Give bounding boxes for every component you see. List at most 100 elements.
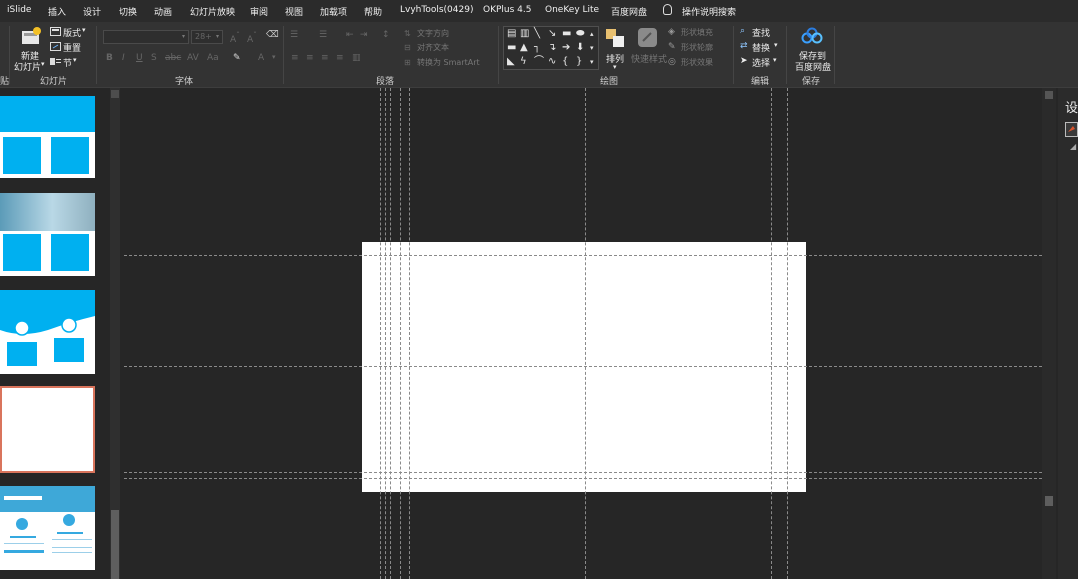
scroll-down-icon[interactable]: ▾ (590, 43, 594, 53)
font-name-box[interactable]: ▾ (103, 30, 189, 44)
elbow-arrow-shape-icon[interactable]: ↴ (548, 43, 556, 53)
thumbnail-scrollbar[interactable] (110, 88, 120, 579)
slide-canvas[interactable] (124, 88, 1042, 579)
lightning-shape-icon[interactable]: ϟ (520, 57, 527, 67)
text-box-shape-icon[interactable]: ▤ (507, 29, 516, 39)
horizontal-guide[interactable] (124, 472, 1042, 473)
fill-line-icon[interactable] (1065, 122, 1078, 137)
font-color-icon[interactable]: A (258, 53, 264, 63)
tab-insert[interactable]: 插入 (48, 5, 66, 18)
tab-design[interactable]: 设计 (83, 5, 101, 18)
replace-button[interactable]: 替换 (752, 41, 770, 54)
align-center-icon[interactable]: ≡ (306, 53, 314, 63)
tab-view[interactable]: 视图 (285, 5, 303, 18)
vertical-guide[interactable] (385, 88, 386, 579)
rounded-rect-shape-icon[interactable]: ▬ (507, 43, 516, 53)
vertical-guide[interactable] (787, 88, 788, 579)
clear-formatting-icon[interactable]: ⌫ (266, 30, 279, 40)
oval-shape-icon[interactable]: ⬬ (576, 29, 585, 39)
shadow-icon[interactable]: S (151, 53, 157, 63)
canvas-scrollbar[interactable] (1042, 88, 1056, 579)
scroll-up-icon[interactable] (111, 90, 119, 98)
tab-review[interactable]: 审阅 (250, 5, 268, 18)
tab-onekey-lite[interactable]: OneKey Lite (545, 5, 599, 15)
more-shapes-icon[interactable]: ▾ (590, 57, 594, 67)
strikethrough-icon[interactable]: abc (165, 53, 181, 63)
char-spacing-icon[interactable]: AV (187, 53, 199, 63)
change-case-icon[interactable]: Aa (207, 53, 219, 63)
horizontal-guide[interactable] (124, 478, 1042, 479)
decrease-indent-icon[interactable]: ⇤ (346, 30, 354, 40)
down-arrow-shape-icon[interactable]: ⬇ (576, 43, 584, 53)
section-button[interactable]: 节 (63, 56, 72, 69)
line-shape-icon[interactable]: ╲ (534, 29, 540, 39)
rectangle-shape-icon[interactable]: ▬ (562, 29, 571, 39)
vertical-guide[interactable] (390, 88, 391, 579)
bullets-icon[interactable]: ☰ (290, 30, 298, 40)
right-brace-shape-icon[interactable]: } (576, 57, 582, 67)
horizontal-guide[interactable] (124, 255, 1042, 256)
tell-me-search[interactable]: 操作说明搜索 (682, 5, 736, 18)
align-text-button[interactable]: 对齐文本 (417, 42, 449, 53)
elbow-connector-shape-icon[interactable]: ┐ (534, 43, 540, 53)
scroll-up-icon[interactable] (1045, 91, 1053, 99)
vertical-text-box-shape-icon[interactable]: ▥ (520, 29, 529, 39)
tab-baidu-netdisk[interactable]: 百度网盘 (611, 5, 647, 18)
shrink-font-icon[interactable]: Aˇ (247, 31, 257, 45)
italic-icon[interactable]: I (122, 53, 125, 63)
highlight-icon[interactable]: ✎ (233, 53, 241, 63)
reset-button[interactable]: 重置 (63, 41, 81, 54)
layout-button[interactable]: 版式 (63, 26, 81, 39)
triangle-shape-icon[interactable]: ▲ (520, 43, 528, 53)
current-slide[interactable] (362, 242, 806, 492)
tab-addins[interactable]: 加载项 (320, 5, 347, 18)
curve-shape-icon[interactable]: ∿ (548, 57, 556, 67)
convert-smartart-button[interactable]: 转换为 SmartArt (417, 57, 480, 68)
select-button[interactable]: 选择 (752, 56, 770, 69)
shape-effects-button[interactable]: 形状效果 (681, 57, 713, 68)
vertical-guide[interactable] (400, 88, 401, 579)
scrollbar-thumb[interactable] (111, 510, 119, 579)
slide-thumbnail[interactable] (0, 290, 95, 374)
grow-font-icon[interactable]: Aˆ (230, 31, 240, 45)
arc-shape-icon[interactable]: ⌒ (534, 57, 544, 67)
scroll-up-icon[interactable]: ▴ (590, 29, 594, 39)
increase-indent-icon[interactable]: ⇥ (360, 30, 368, 40)
bold-icon[interactable]: B (106, 53, 113, 63)
tab-slideshow[interactable]: 幻灯片放映 (190, 5, 235, 18)
collapse-arrow-icon[interactable]: ◢ (1070, 142, 1076, 151)
tab-help[interactable]: 帮助 (364, 5, 382, 18)
left-brace-shape-icon[interactable]: { (562, 57, 568, 67)
tab-animations[interactable]: 动画 (154, 5, 172, 18)
text-direction-button[interactable]: 文字方向 (417, 28, 449, 39)
snip-rect-shape-icon[interactable]: ◣ (507, 57, 515, 67)
shape-fill-button[interactable]: 形状填充 (681, 27, 713, 38)
align-right-icon[interactable]: ≡ (321, 53, 329, 63)
slide-thumbnail[interactable] (0, 486, 95, 570)
tab-lvyhtools[interactable]: LvyhTools(0429) (400, 5, 473, 15)
font-size-box[interactable]: 28+ ▾ (191, 30, 223, 44)
horizontal-guide[interactable] (124, 366, 1042, 367)
vertical-guide[interactable] (771, 88, 772, 579)
slide-thumbnail[interactable] (0, 193, 95, 276)
align-left-icon[interactable]: ≡ (291, 53, 299, 63)
justify-icon[interactable]: ≡ (336, 53, 344, 63)
find-button[interactable]: 查找 (752, 26, 770, 39)
vertical-guide[interactable] (585, 88, 586, 579)
quick-styles-button[interactable]: 快速样式 (631, 52, 667, 65)
columns-icon[interactable]: ▥ (352, 53, 361, 63)
tab-transitions[interactable]: 切换 (119, 5, 137, 18)
underline-icon[interactable]: U (136, 53, 143, 63)
vertical-guide[interactable] (409, 88, 410, 579)
slide-thumbnail[interactable] (0, 96, 95, 178)
right-arrow-shape-icon[interactable]: ➔ (562, 43, 570, 53)
slide-thumbnail-selected[interactable] (0, 386, 95, 473)
save-to-label-2[interactable]: 百度网盘 (795, 60, 831, 73)
line-spacing-icon[interactable]: ↕ (382, 30, 390, 40)
tab-okplus[interactable]: OKPlus 4.5 (483, 5, 531, 15)
shape-outline-button[interactable]: 形状轮廓 (681, 42, 713, 53)
shapes-gallery[interactable]: ▤ ▥ ╲ ↘ ▬ ⬬ ▬ ▲ ┐ ↴ ➔ ⬇ ◣ ϟ ⌒ ∿ { } ▴ ▾ … (503, 26, 599, 70)
vertical-guide[interactable] (380, 88, 381, 579)
scrollbar-thumb[interactable] (1045, 496, 1053, 506)
arrow-line-shape-icon[interactable]: ↘ (548, 29, 556, 39)
